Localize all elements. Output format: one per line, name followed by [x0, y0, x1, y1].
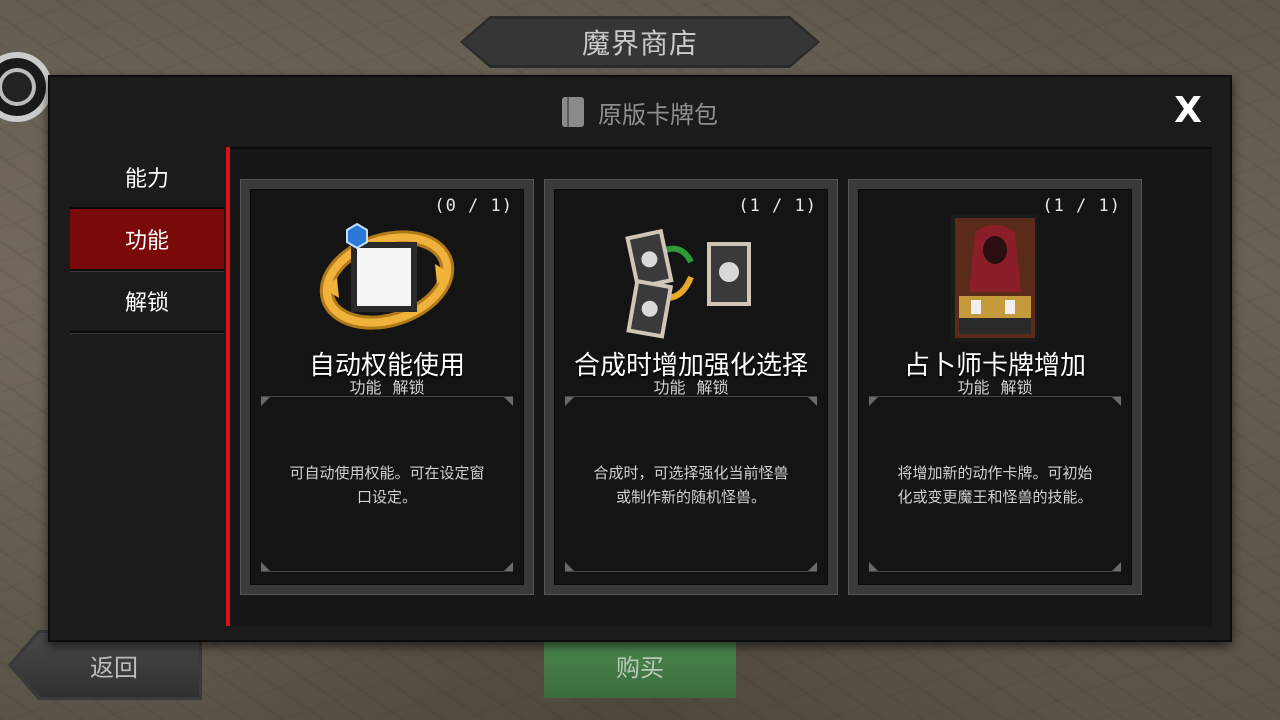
card-body: (1 / 1) 占卜师卡牌增加 功能 解锁 将增加新的动作卡牌。可初始化或变更魔…: [858, 189, 1132, 585]
sidebar-item-function[interactable]: 功能: [70, 209, 224, 271]
description-frame: 可自动使用权能。可在设定窗口设定。: [261, 396, 513, 572]
card-auto-skill[interactable]: (0 / 1) 自动权能使用 功能 解锁 可自动使用权能。可在设定窗口设定。: [240, 179, 534, 595]
category-sidebar: 能力 功能 解锁: [70, 147, 224, 333]
description-frame: 将增加新的动作卡牌。可初始化或变更魔王和怪兽的技能。: [869, 396, 1121, 572]
sidebar-item-unlock[interactable]: 解锁: [70, 271, 224, 333]
panel-header: 原版卡牌包: [50, 77, 1230, 147]
card-fortune-teller[interactable]: (1 / 1) 占卜师卡牌增加 功能 解锁 将增加新的动作卡牌。可初始化或变更魔…: [848, 179, 1142, 595]
shop-title-banner: 魔界商店: [460, 16, 820, 68]
panel-title: 原版卡牌包: [598, 100, 718, 129]
auto-cycle-icon: [319, 222, 455, 330]
book-icon: [562, 97, 584, 127]
card-description: 可自动使用权能。可在设定窗口设定。: [289, 464, 485, 506]
card-description: 将增加新的动作卡牌。可初始化或变更魔王和怪兽的技能。: [897, 464, 1093, 506]
card-merge-upgrade[interactable]: (1 / 1) 合成时增加强化选择 功能 解锁 合成时，可选择强化当前怪兽或制作…: [544, 179, 838, 595]
card-list: (0 / 1) 自动权能使用 功能 解锁 可自动使用权能。可在设定窗口设定。 (…: [230, 147, 1212, 626]
card-subtitle: 功能 解锁: [653, 378, 729, 397]
fortune-teller-card-icon: [951, 214, 1039, 342]
close-button[interactable]: X: [1168, 91, 1208, 131]
card-description: 合成时，可选择强化当前怪兽或制作新的随机怪兽。: [593, 464, 789, 506]
shop-title: 魔界商店: [581, 27, 698, 60]
card-merge-icon: [625, 228, 751, 339]
description-frame: 合成时，可选择强化当前怪兽或制作新的随机怪兽。: [565, 396, 817, 572]
card-subtitle: 功能 解锁: [349, 378, 425, 397]
back-button-label: 返回: [90, 653, 138, 682]
card-body: (1 / 1) 合成时增加强化选择 功能 解锁 合成时，可选择强化当前怪兽或制作…: [554, 189, 828, 585]
buy-button-label: 购买: [616, 653, 664, 682]
card-body: (0 / 1) 自动权能使用 功能 解锁 可自动使用权能。可在设定窗口设定。: [250, 189, 524, 585]
card-subtitle: 功能 解锁: [957, 378, 1033, 397]
card-pack-panel: 原版卡牌包 X 能力 功能 解锁 (0 / 1) 自动权能使用 功能 解锁 可自…: [48, 75, 1232, 642]
sidebar-item-ability[interactable]: 能力: [70, 147, 224, 209]
